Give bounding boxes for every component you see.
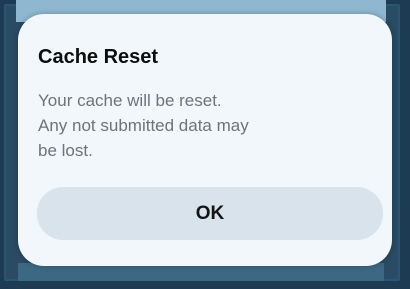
ok-button[interactable]: OK [37, 187, 383, 240]
dialog-title: Cache Reset [38, 46, 159, 68]
dialog-message: Your cache will be reset. Any not submit… [38, 91, 249, 160]
